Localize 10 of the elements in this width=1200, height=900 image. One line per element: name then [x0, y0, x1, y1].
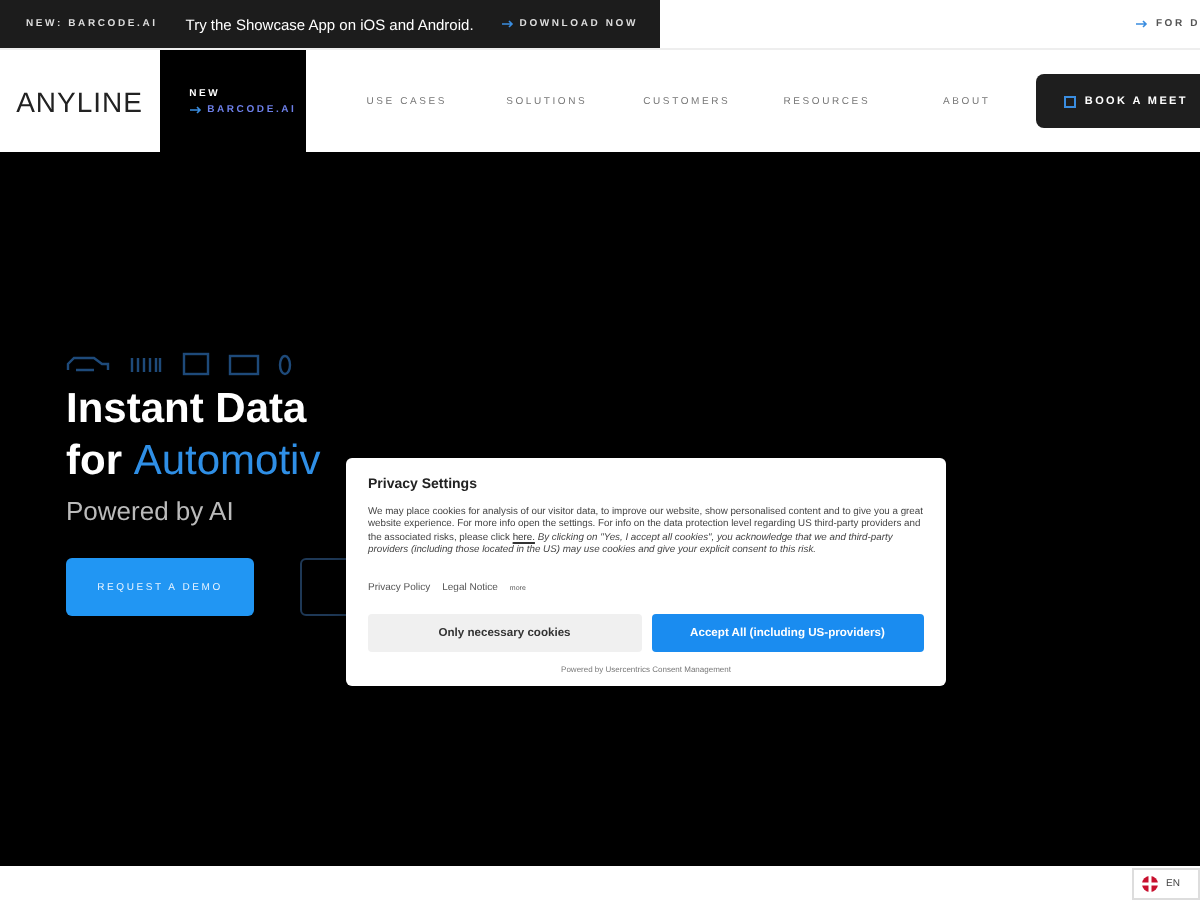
barcode-icon: [128, 355, 164, 373]
arrow-icon: [1135, 20, 1148, 28]
flag-icon: [1142, 876, 1158, 892]
arrow-icon: [501, 20, 514, 28]
hero-headline: for Automotiv: [66, 436, 321, 488]
hero-headline: Instant Data: [66, 384, 307, 436]
logo[interactable]: ANYLINE: [0, 50, 160, 152]
arrow-icon: [189, 105, 202, 113]
car-icon: [66, 354, 110, 374]
hero-subtitle: Powered by AI: [66, 496, 234, 526]
